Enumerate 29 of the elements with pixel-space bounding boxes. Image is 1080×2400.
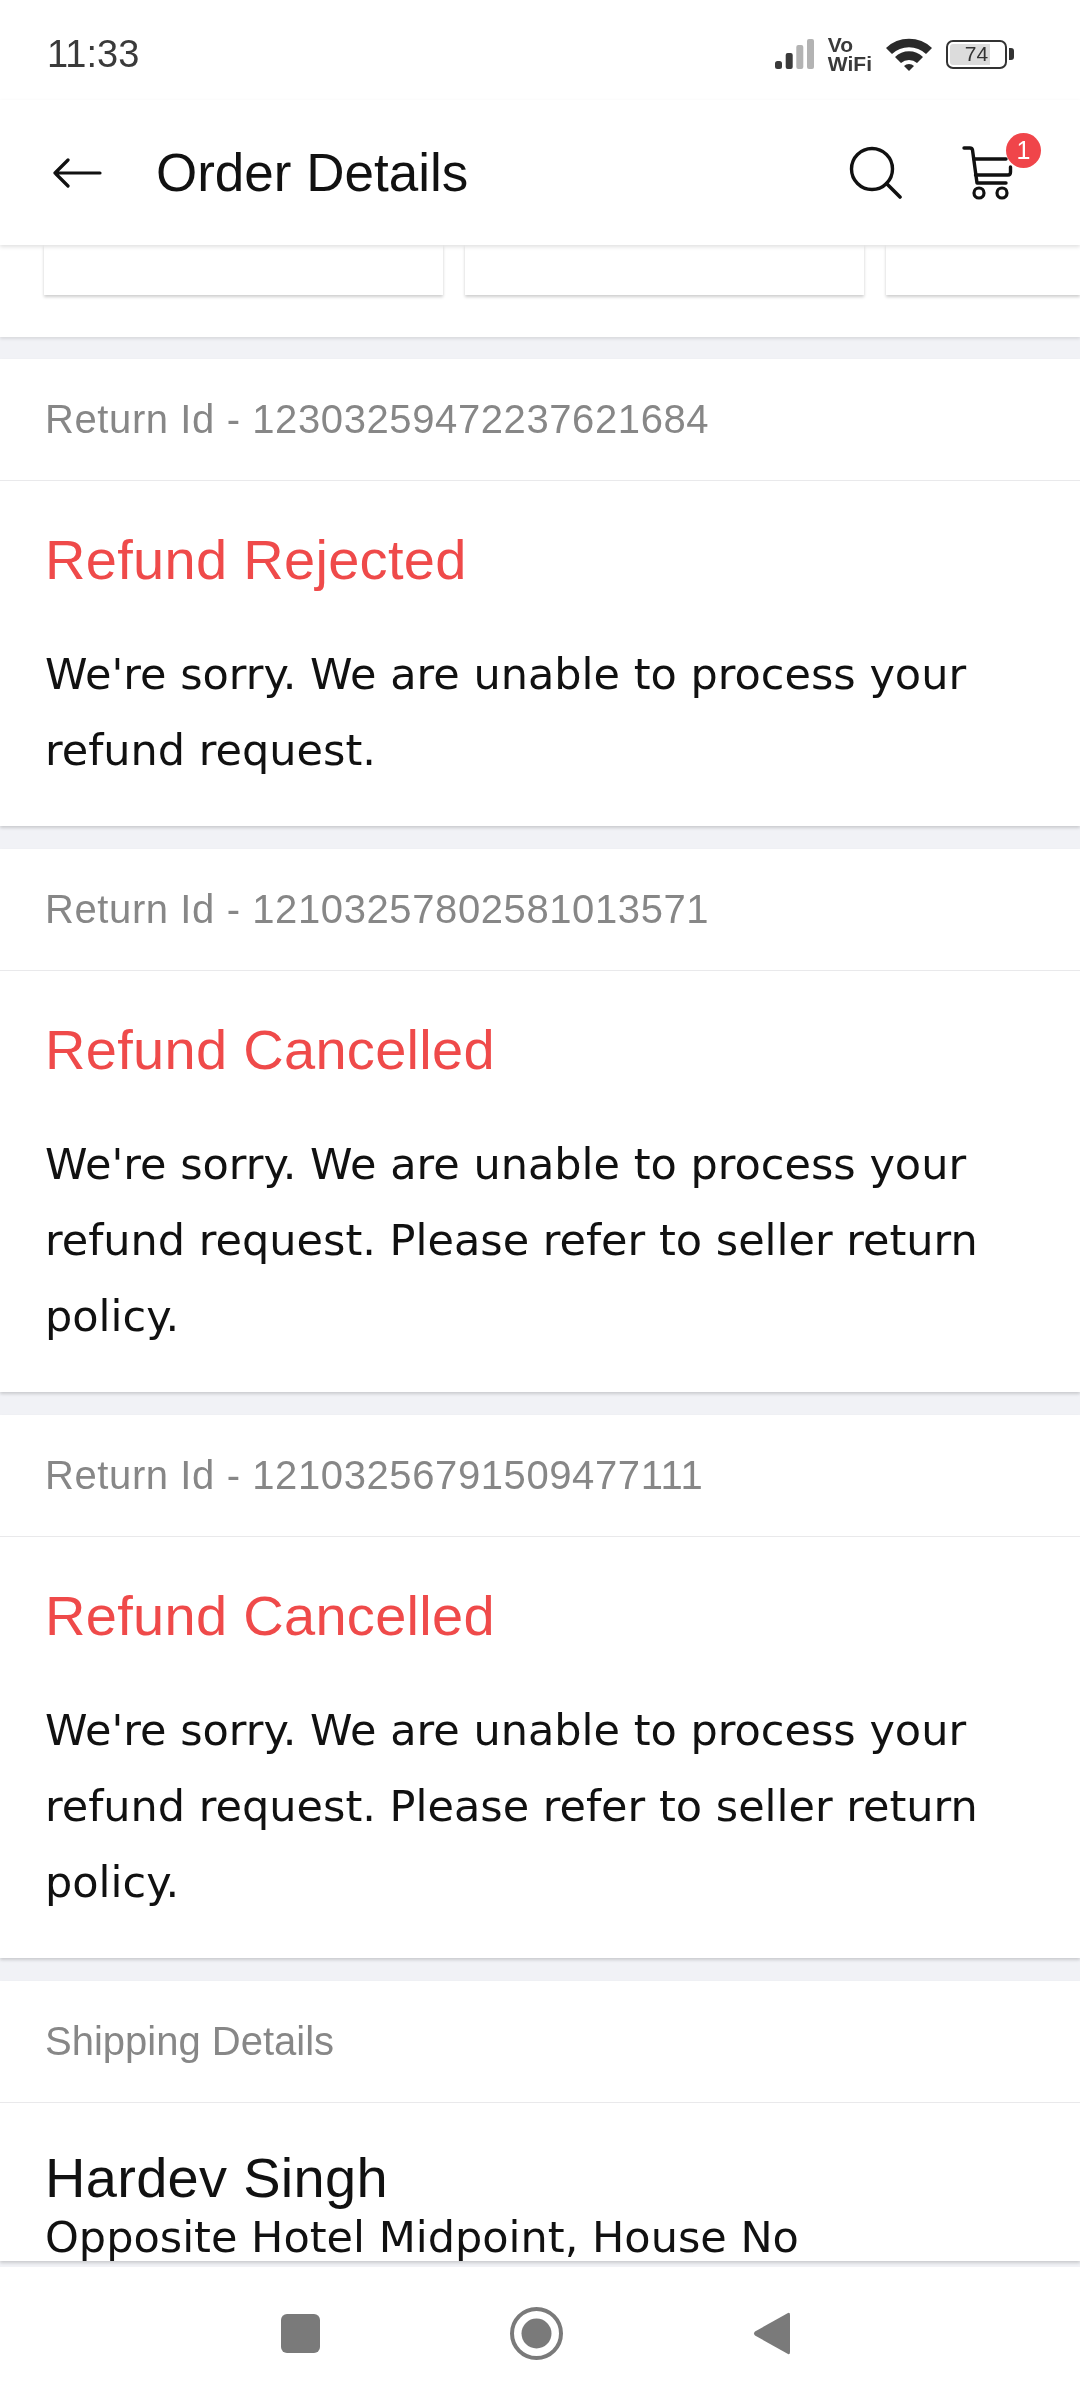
recipient-name: Hardev Singh [45,2145,389,2211]
return-id: Return Id - 12103257802581013571 [45,887,710,932]
status-time: 11:33 [47,32,140,76]
square-nav-icon[interactable] [281,2314,320,2353]
refund-message: We're sorry. We are unable to process your refund request. Please refer to seller return policy. [45,1138,979,1343]
refund-status: Refund Rejected [45,527,468,593]
return-id: Return Id - 12303259472237621684 [45,397,710,442]
cart-badge: 1 [1006,133,1041,168]
signal-icon [774,39,814,69]
back-button[interactable] [52,157,102,188]
refund-message: We're sorry. We are unable to process your refund request. [45,648,968,777]
wifi-label: WiFi [827,54,872,73]
back-arrow-icon [52,157,102,188]
search-button[interactable] [849,146,902,199]
refund-status: Refund Cancelled [45,1583,496,1649]
vo-label: Vo [827,35,854,54]
refund-message: We're sorry. We are unable to process your refund request. Please refer to seller return policy. [45,1704,979,1909]
home-nav-icon[interactable] [510,2307,563,2360]
cart-icon [962,145,1013,200]
cart-button[interactable] [962,145,1013,200]
search-icon [849,146,902,199]
page-title: Order Details [156,142,470,203]
refund-status: Refund Cancelled [45,1017,496,1083]
wifi-icon [886,37,932,71]
address-text: Opposite Hotel Midpoint, House No [45,2213,800,2261]
battery-indicator: 74 [946,39,1014,69]
section-heading: Shipping Details [45,2019,335,2064]
back-nav-icon[interactable] [753,2311,790,2356]
return-id: Return Id - 12103256791509477111 [45,1453,704,1498]
